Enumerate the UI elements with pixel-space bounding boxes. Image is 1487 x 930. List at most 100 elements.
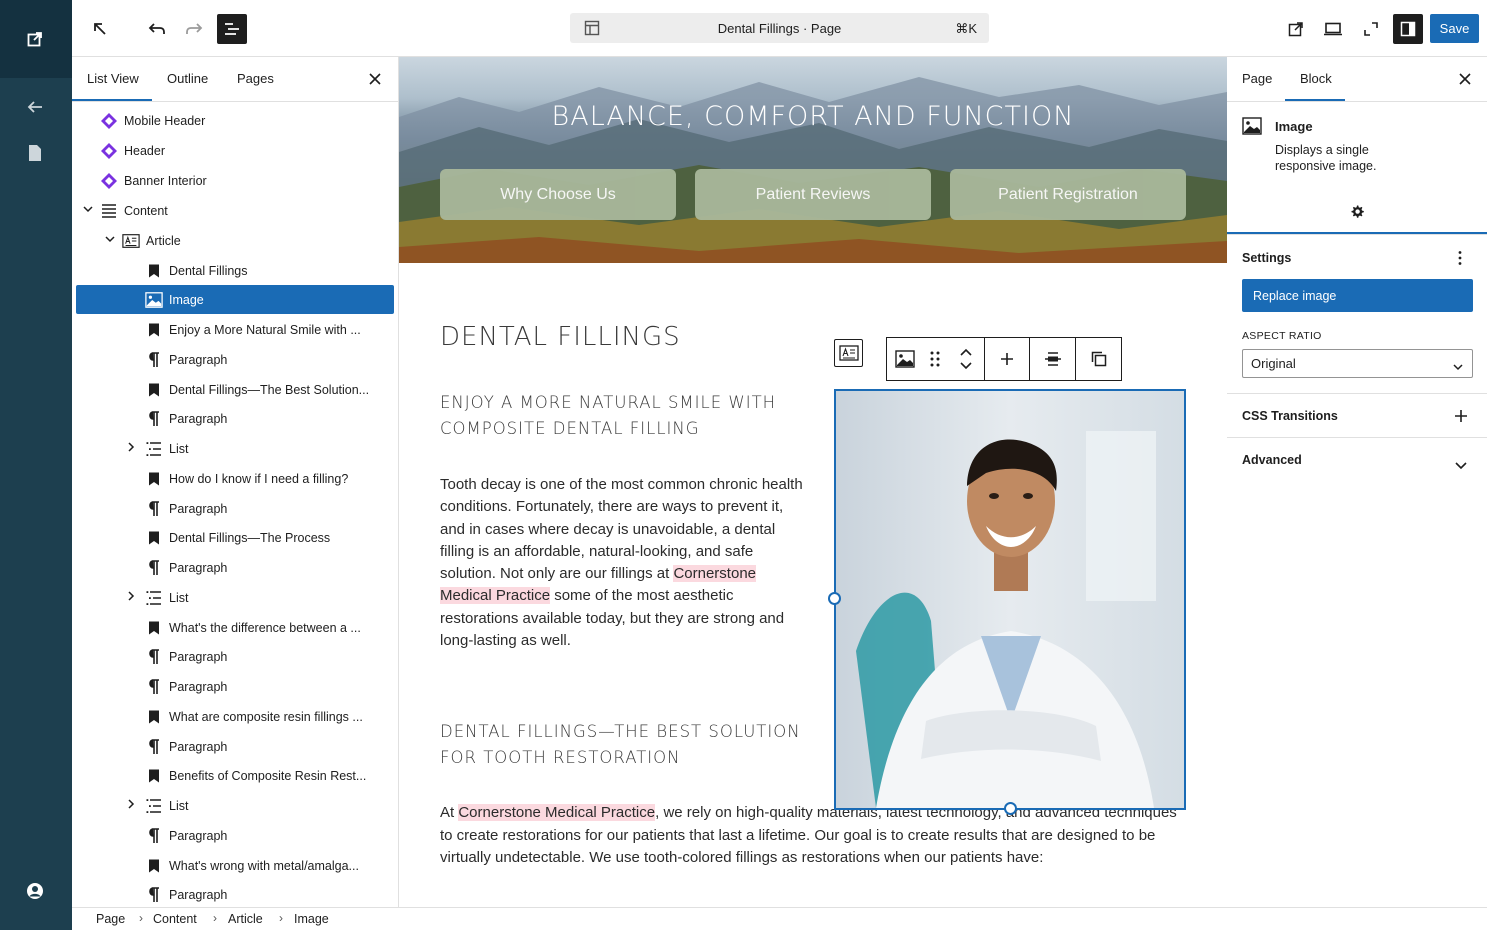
banner-interior[interactable]: BALANCE, COMFORT AND FUNCTION Why Choose…: [399, 57, 1227, 263]
tab-pages[interactable]: Pages: [237, 71, 274, 86]
heading-bookmark-icon: [145, 381, 163, 399]
user-avatar-icon[interactable]: [24, 880, 46, 902]
why-choose-us-button[interactable]: Why Choose Us: [440, 169, 676, 220]
list-view-item-what-s-wrong-with-metal-amalga[interactable]: What's wrong with metal/amalga...: [76, 851, 394, 880]
drag-handle-icon[interactable]: [930, 351, 940, 372]
list-view-item-paragraph[interactable]: Paragraph: [76, 672, 394, 701]
block-card-title: Image: [1275, 119, 1313, 134]
list-view-item-paragraph[interactable]: Paragraph: [76, 494, 394, 523]
tab-page[interactable]: Page: [1242, 71, 1272, 86]
section-heading-best-solution[interactable]: DENTAL FILLINGS—THE BEST SOLUTION FOR TO…: [440, 719, 820, 771]
tab-outline[interactable]: Outline: [167, 71, 208, 86]
chevron-down-icon[interactable]: [1455, 457, 1467, 475]
list-view-item-image[interactable]: Image: [76, 285, 394, 314]
tab-list-view[interactable]: List View: [87, 71, 139, 86]
list-view-item-list[interactable]: List: [76, 791, 394, 820]
image-icon[interactable]: [895, 350, 915, 373]
list-view-item-what-s-the-difference-between-a[interactable]: What's the difference between a ...: [76, 613, 394, 642]
more-options-icon[interactable]: [1457, 250, 1463, 271]
chevron-right-icon[interactable]: [128, 591, 135, 604]
heading-bookmark-icon: [145, 767, 163, 785]
document-title: Dental Fillings · Page: [717, 21, 842, 36]
page-document-icon[interactable]: [24, 142, 46, 164]
arrow-up-left-icon[interactable]: [85, 14, 115, 44]
resize-handle-bottom[interactable]: [1004, 802, 1017, 815]
gear-icon[interactable]: [1349, 204, 1365, 225]
list-view-item-how-do-i-know-if-i-need-a-filling[interactable]: How do I know if I need a filling?: [76, 464, 394, 493]
advanced-panel-title[interactable]: Advanced: [1242, 453, 1302, 467]
section-heading-natural-smile[interactable]: ENJOY A MORE NATURAL SMILE WITH COMPOSIT…: [440, 390, 820, 442]
list-view-item-what-are-composite-resin-fillings[interactable]: What are composite resin fillings ...: [76, 702, 394, 731]
heading-bookmark-icon: [145, 708, 163, 726]
device-preview-icon[interactable]: [1318, 14, 1348, 44]
patient-registration-button[interactable]: Patient Registration: [950, 169, 1186, 220]
list-view-item-label: Article: [146, 233, 181, 248]
chevron-down-icon[interactable]: [105, 235, 115, 246]
list-view-item-article[interactable]: Article: [76, 226, 394, 255]
list-view-item-enjoy-a-more-natural-smile-with[interactable]: Enjoy a More Natural Smile with ...: [76, 315, 394, 344]
list-view-item-paragraph[interactable]: Paragraph: [76, 732, 394, 761]
list-view-item-label: Paragraph: [169, 649, 228, 664]
save-button[interactable]: Save: [1430, 14, 1479, 43]
selected-image-block[interactable]: [834, 389, 1186, 810]
chevron-right-icon[interactable]: [128, 442, 135, 455]
breadcrumb-content[interactable]: Content: [153, 912, 197, 926]
list-view-item-list[interactable]: List: [76, 434, 394, 463]
heading-bookmark-icon: [145, 619, 163, 637]
list-view-item-label: Enjoy a More Natural Smile with ...: [169, 322, 361, 337]
close-icon[interactable]: [369, 72, 381, 90]
document-overview-icon[interactable]: [217, 14, 247, 44]
list-view-item-paragraph[interactable]: Paragraph: [76, 821, 394, 850]
list-view-item-label: Paragraph: [169, 679, 228, 694]
command-palette-bar[interactable]: Dental Fillings · Page ⌘K: [570, 13, 989, 43]
editor-top-toolbar: Dental Fillings · Page ⌘K Save: [72, 0, 1487, 57]
select-parent-article-button[interactable]: [834, 339, 863, 367]
duplicate-icon[interactable]: [1076, 338, 1121, 380]
external-link-icon[interactable]: [24, 28, 46, 50]
list-view-item-dental-fillings[interactable]: Dental Fillings: [76, 256, 394, 285]
chevron-right-icon[interactable]: [128, 799, 135, 812]
redo-icon[interactable]: [179, 14, 209, 44]
list-view-item-benefits-of-composite-resin-rest[interactable]: Benefits of Composite Resin Rest...: [76, 761, 394, 790]
list-view-item-content[interactable]: Content: [76, 196, 394, 225]
list-view-item-list[interactable]: List: [76, 583, 394, 612]
plus-icon[interactable]: [1455, 409, 1467, 427]
paragraph-materials[interactable]: At Cornerstone Medical Practice, we rely…: [440, 802, 1180, 870]
undo-icon[interactable]: [142, 14, 172, 44]
command-shortcut: ⌘K: [955, 21, 977, 36]
tab-block[interactable]: Block: [1300, 71, 1332, 86]
aspect-ratio-select[interactable]: Original: [1242, 349, 1473, 378]
close-icon[interactable]: [1459, 72, 1471, 90]
list-view-item-paragraph[interactable]: Paragraph: [76, 345, 394, 374]
list-view-item-banner-interior[interactable]: Banner Interior: [76, 166, 394, 195]
paragraph-intro[interactable]: Tooth decay is one of the most common ch…: [440, 474, 810, 652]
align-icon[interactable]: [1030, 338, 1076, 380]
breadcrumb-article[interactable]: Article: [228, 912, 263, 926]
view-page-external-icon[interactable]: [1281, 14, 1311, 44]
paragraph-icon: [145, 678, 163, 696]
paragraph-icon: [145, 648, 163, 666]
chevron-down-icon[interactable]: [83, 205, 93, 216]
replace-image-button[interactable]: Replace image: [1242, 279, 1473, 312]
patient-reviews-button[interactable]: Patient Reviews: [695, 169, 931, 220]
admin-sidebar: [0, 0, 72, 930]
move-up-down-icon[interactable]: [959, 347, 973, 376]
breadcrumb-page[interactable]: Page: [96, 912, 125, 926]
fullscreen-icon[interactable]: [1356, 14, 1386, 44]
back-arrow-icon[interactable]: [24, 96, 46, 118]
resize-handle-left[interactable]: [828, 592, 841, 605]
settings-sidebar-toggle-icon[interactable]: [1393, 14, 1423, 44]
list-view-item-dental-fillings-the-best-solution[interactable]: Dental Fillings—The Best Solution...: [76, 375, 394, 404]
list-view-item-header[interactable]: Header: [76, 136, 394, 165]
list-view-item-paragraph[interactable]: Paragraph: [76, 553, 394, 582]
list-view-item-paragraph[interactable]: Paragraph: [76, 404, 394, 433]
list-view-item-dental-fillings-the-process[interactable]: Dental Fillings—The Process: [76, 523, 394, 552]
css-transitions-panel-title[interactable]: CSS Transitions: [1242, 409, 1338, 423]
page-heading[interactable]: DENTAL FILLINGS: [440, 322, 681, 352]
list-view-item-paragraph[interactable]: Paragraph: [76, 880, 394, 909]
list-view-item-label: Dental Fillings—The Process: [169, 530, 331, 545]
list-view-item-mobile-header[interactable]: Mobile Header: [76, 106, 394, 135]
list-icon: [145, 440, 163, 458]
insert-after-icon[interactable]: [985, 338, 1030, 380]
list-view-item-paragraph[interactable]: Paragraph: [76, 642, 394, 671]
